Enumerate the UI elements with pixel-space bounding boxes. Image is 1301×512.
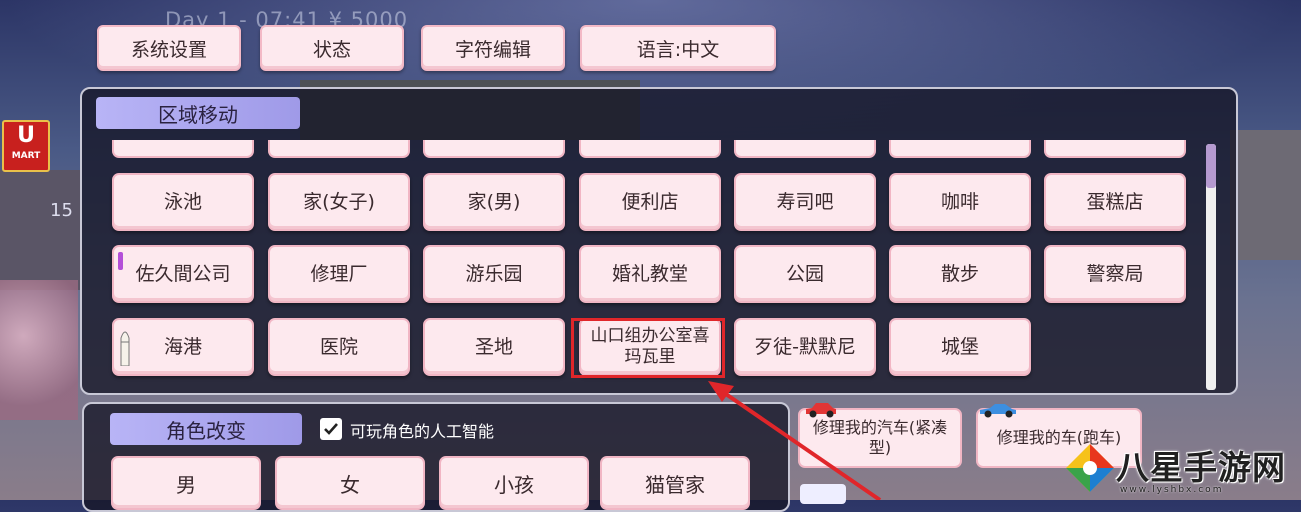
watermark-url: www.lyshbx.com bbox=[1120, 485, 1224, 495]
partial-item[interactable] bbox=[800, 484, 846, 504]
area-cake-shop-button[interactable]: 蛋糕店 bbox=[1044, 173, 1186, 231]
area-home-male-button[interactable]: 家(男) bbox=[423, 173, 565, 231]
language-button[interactable]: 语言:中文 bbox=[580, 25, 776, 71]
area-castle-button[interactable]: 城堡 bbox=[889, 318, 1031, 376]
ai-checkbox-label: 可玩角色的人工智能 bbox=[350, 422, 495, 441]
area-sacred-place-button[interactable]: 圣地 bbox=[423, 318, 565, 376]
area-repair-shop-button[interactable]: 修理厂 bbox=[268, 245, 410, 303]
area-police-station-button[interactable]: 警察局 bbox=[1044, 245, 1186, 303]
area-hospital-button[interactable]: 医院 bbox=[268, 318, 410, 376]
character-change-title: 角色改变 bbox=[110, 413, 302, 445]
area-home-female-button[interactable]: 家(女子) bbox=[268, 173, 410, 231]
character-female-button[interactable]: 女 bbox=[275, 456, 425, 510]
area-walk-button[interactable]: 散步 bbox=[889, 245, 1031, 303]
character-edit-button[interactable]: 字符编辑 bbox=[421, 25, 565, 71]
area-park-button[interactable]: 公园 bbox=[734, 245, 876, 303]
area-wedding-chapel-button[interactable]: 婚礼教堂 bbox=[579, 245, 721, 303]
car-blue-icon bbox=[978, 400, 1018, 418]
check-icon bbox=[324, 423, 338, 435]
store-sign: U MART bbox=[2, 120, 50, 172]
area-scrollbar-thumb[interactable] bbox=[1206, 144, 1216, 188]
character-child-button[interactable]: 小孩 bbox=[439, 456, 589, 510]
area-cafe-button[interactable]: 咖啡 bbox=[889, 173, 1031, 231]
info-marker-icon bbox=[118, 252, 123, 270]
ai-checkbox[interactable] bbox=[320, 418, 342, 440]
system-settings-button[interactable]: 系统设置 bbox=[97, 25, 241, 71]
car-red-icon bbox=[804, 400, 838, 418]
watermark-text: 八星手游网 bbox=[1116, 448, 1286, 487]
area-sakuma-company-button[interactable]: 佐久間公司 bbox=[112, 245, 254, 303]
area-pool-button[interactable]: 泳池 bbox=[112, 173, 254, 231]
watermark-logo-icon bbox=[1066, 444, 1114, 492]
area-amusement-park-button[interactable]: 游乐园 bbox=[423, 245, 565, 303]
bullet-icon bbox=[120, 326, 130, 367]
area-convenience-store-button[interactable]: 便利店 bbox=[579, 173, 721, 231]
character-cat-butler-button[interactable]: 猫管家 bbox=[600, 456, 750, 510]
highlight-box bbox=[571, 318, 725, 378]
area-sushi-bar-button[interactable]: 寿司吧 bbox=[734, 173, 876, 231]
area-gangster-button[interactable]: 歹徒-默默尼 bbox=[734, 318, 876, 376]
status-button[interactable]: 状态 bbox=[260, 25, 404, 71]
character-male-button[interactable]: 男 bbox=[111, 456, 261, 510]
street-number: 15 bbox=[50, 200, 73, 221]
area-move-title: 区域移动 bbox=[96, 97, 300, 129]
area-harbor-button[interactable]: 海港 bbox=[112, 318, 254, 376]
partial-text bbox=[858, 484, 978, 500]
